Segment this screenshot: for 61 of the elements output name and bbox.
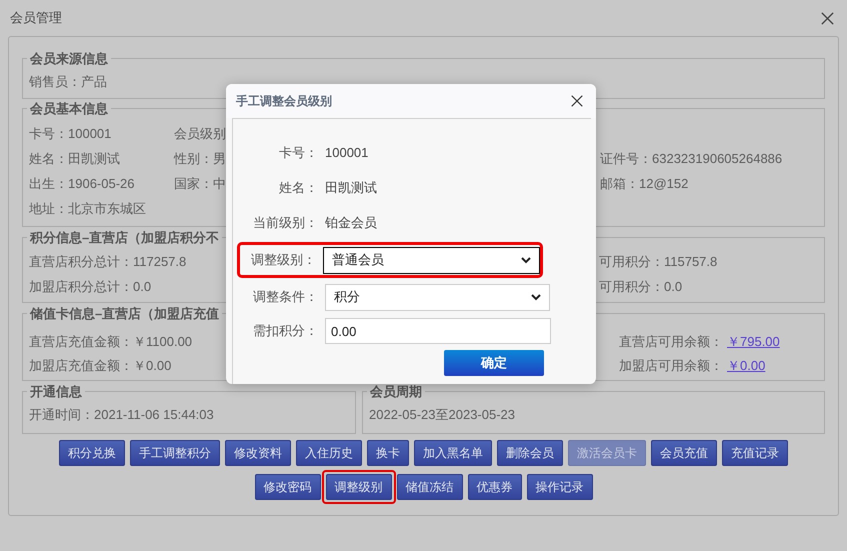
info-text: 证件号：632323190605264886 [600,151,782,166]
field-label: 调整级别： [250,251,318,270]
section-title: 会员来源信息 [28,50,109,68]
chevron-down-icon [521,256,531,264]
info-text: 卡号：100001 [29,126,112,142]
info-text: 销售员：产品 [29,74,107,89]
field-value: 100001 [325,144,368,162]
info-text: 性别：男 [174,151,226,166]
info-text: 会员级别 [174,126,226,142]
window-title: 会员管理 [10,9,62,28]
info-text: 加盟店充值金额：￥0.00 [29,358,172,373]
action-button[interactable]: 积分兑换 [59,440,125,466]
select-field[interactable]: 普通会员 [323,246,540,274]
action-button[interactable]: 换卡 [367,440,409,466]
balance-label: 加盟店可用余额： [619,356,723,375]
balance-link[interactable]: ￥795.00 [727,332,780,352]
info-text: 直营店积分总计：117257.8 [29,254,186,270]
info-text: 2022-05-23至2023-05-23 [369,406,515,424]
info-text: 国家：中 [174,176,226,192]
action-button[interactable]: 优惠券 [468,474,522,500]
balance-label: 直营店可用余额： [619,332,723,351]
action-button[interactable]: 储值冻结 [396,474,462,500]
action-button[interactable]: 充值记录 [722,440,788,466]
chevron-down-icon [531,294,541,300]
field-label: 调整条件： [252,288,319,306]
field-label: 当前级别： [252,214,319,232]
action-button[interactable]: 修改密码 [254,474,320,500]
field-label: 需扣积分： [252,322,319,340]
info-text: 地址：北京市东城区 [29,201,146,216]
close-icon[interactable] [820,10,835,26]
action-button[interactable]: 修改资料 [225,440,291,466]
info-text: 加盟店积分总计：0.0 [29,279,152,294]
info-text: 姓名：田凯测试 [29,151,120,166]
info-text: 可用积分：0.0 [599,279,682,294]
section-title: 会员周期 [368,383,423,401]
balance-link[interactable]: ￥0.00 [727,356,766,376]
confirm-button[interactable]: 确定 [444,350,544,376]
input-field[interactable]: 0.00 [325,318,551,344]
field-value: 铂金会员 [325,214,377,232]
dialog-title: 手工调整会员级别 [236,93,332,110]
field-label: 姓名： [278,178,319,197]
field-label: 卡号： [278,144,319,162]
info-text: 邮箱：12@152 [600,176,688,192]
action-button[interactable]: 加入黑名单 [414,440,492,466]
section-title: 储值卡信息–直营店（加盟店充值 [28,305,220,323]
action-button[interactable]: 操作记录 [526,474,592,500]
info-text: 直营店充值金额：￥1100.00 [29,334,192,349]
action-button[interactable]: 删除会员 [497,440,563,466]
action-button[interactable]: 手工调整积分 [130,440,220,466]
info-text: 开通时间：2021-11-06 15:44:03 [29,406,214,424]
section-title: 开通信息 [29,383,83,401]
section-title: 会员基本信息 [28,100,109,118]
select-field[interactable]: 积分 [325,284,550,310]
section-title: 积分信息–直营店（加盟店积分不 [28,229,220,247]
field-value: 田凯测试 [325,178,377,197]
info-text: 可用积分：115757.8 [599,254,718,270]
action-button[interactable]: 会员充值 [651,440,717,466]
action-button[interactable]: 调整级别 [326,474,392,500]
close-icon[interactable] [570,94,584,108]
info-text: 出生：1906-05-26 [29,176,134,192]
action-button[interactable]: 入住历史 [296,440,362,466]
